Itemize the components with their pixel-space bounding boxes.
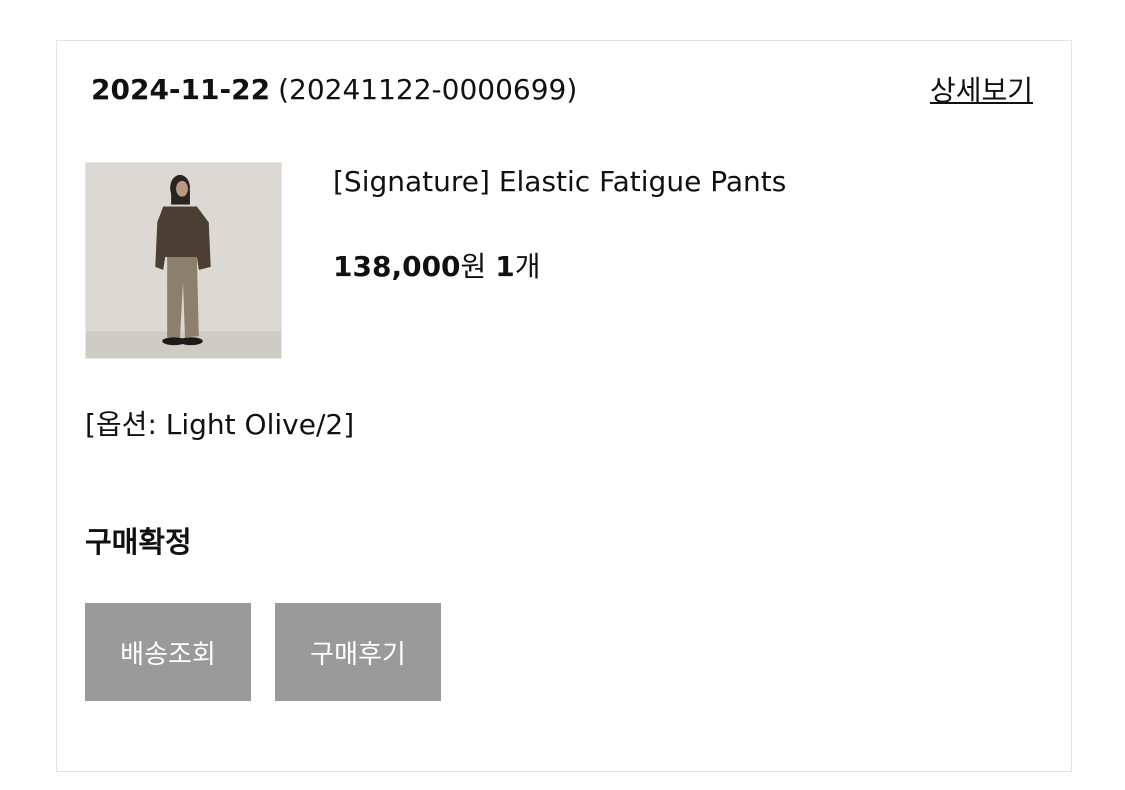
product-photo-model-icon bbox=[86, 163, 281, 358]
product-price-line: 138,000원 1개 bbox=[333, 245, 540, 285]
order-card: 2024-11-22 (20241122-0000699) 상세보기 [Signa… bbox=[56, 40, 1072, 772]
order-header: 2024-11-22 (20241122-0000699) 상세보기 bbox=[91, 69, 1033, 109]
product-quantity-unit: 개 bbox=[514, 250, 541, 283]
product-price: 138,000 bbox=[333, 250, 461, 283]
order-info: 2024-11-22 (20241122-0000699) bbox=[91, 73, 577, 106]
product-name[interactable]: [Signature] Elastic Fatigue Pants bbox=[333, 165, 786, 198]
product-currency: 원 bbox=[460, 250, 487, 283]
product-option: [옵션: Light Olive/2] bbox=[85, 408, 355, 441]
track-shipping-button[interactable]: 배송조회 bbox=[85, 603, 251, 701]
product-quantity: 1 bbox=[495, 250, 515, 283]
order-number: (20241122-0000699) bbox=[278, 72, 578, 106]
write-review-button[interactable]: 구매후기 bbox=[275, 603, 441, 701]
order-detail-link[interactable]: 상세보기 bbox=[930, 69, 1033, 109]
product-thumbnail[interactable] bbox=[85, 162, 282, 359]
order-status: 구매확정 bbox=[85, 525, 192, 559]
order-date: 2024-11-22 bbox=[91, 72, 271, 106]
